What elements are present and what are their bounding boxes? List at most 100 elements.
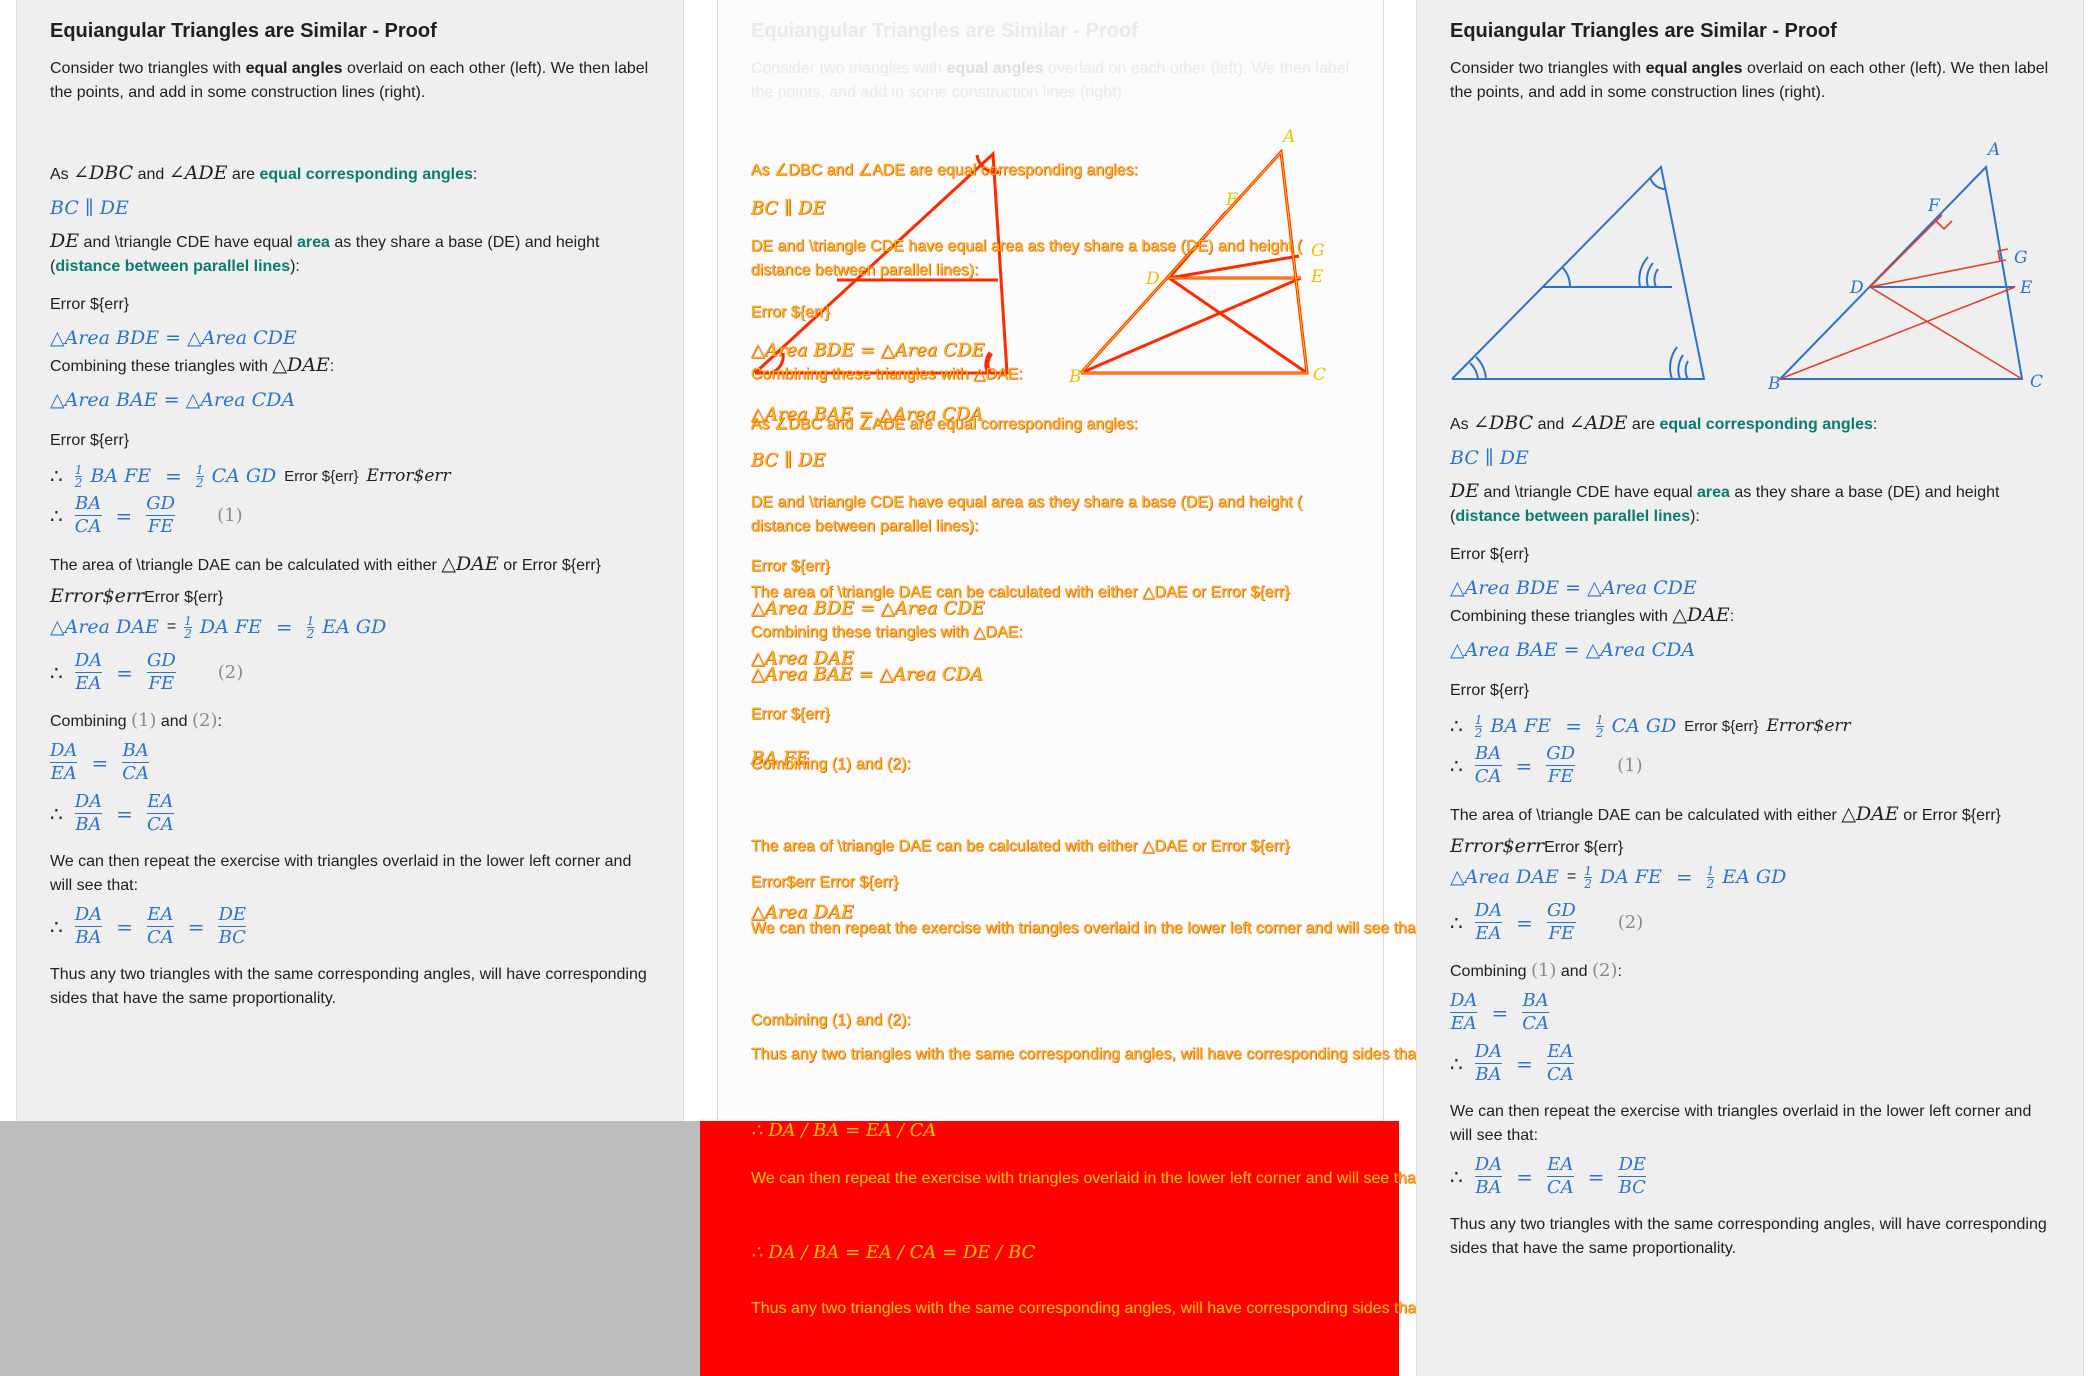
fraction: DE BC [218, 904, 247, 948]
ratio-equation-2: ∴ DA EA = GD FE (2) [50, 650, 650, 695]
label-e: E [2019, 278, 2033, 298]
parallel-statement: BC ∥ DE [50, 197, 129, 219]
therefore-symbol: ∴ [1450, 910, 1463, 935]
equals-sign: = [1516, 1051, 1533, 1076]
overlay-text: Error$err Error ${err} [751, 874, 899, 891]
combining-end: : [1617, 963, 1622, 980]
label-e: E [1310, 267, 1324, 287]
label-b: B [1767, 374, 1781, 394]
fraction: EA CA [1546, 1154, 1574, 1198]
overlay-math: ∴ DA / BA = EA / CA = DE / BC [751, 1242, 1036, 1263]
triangle-dae: △DAE [1841, 803, 1899, 825]
overlay-text: distance between parallel lines): [751, 518, 979, 535]
ca-gd: CA GD [1611, 715, 1677, 737]
link-equal-corresponding-angles[interactable]: equal corresponding angles [260, 166, 473, 183]
equals-sign: = [1565, 714, 1582, 738]
proof-title: Equiangular Triangles are Similar - Proo… [50, 20, 437, 42]
area-equation-1: △Area BDE = △Area CDE [1450, 577, 1697, 599]
half-fraction: 12 [306, 613, 315, 641]
overlay-math: BC ∥ DE [751, 450, 826, 471]
intro-bold: equal angles [1645, 60, 1743, 77]
overlay-text: We can then repeat the exercise with tri… [751, 1170, 1425, 1187]
overlay-math: △Area BDE = △Area CDE [751, 340, 985, 361]
combining-and: and [1556, 963, 1593, 980]
ratio-equation-3: DA EA = BA CA [1450, 990, 2050, 1035]
error-text-2: Error ${err} [1450, 682, 1530, 699]
ref-2: (2) [1592, 960, 1618, 981]
fraction: EA CA [1546, 1041, 1574, 1085]
label-d: D [1145, 269, 1160, 289]
label-d: D [1849, 278, 1864, 298]
da-fe: DA FE [1599, 866, 1662, 888]
link-equal-corresponding-angles[interactable]: equal corresponding angles [1660, 416, 1873, 433]
s3-pre: The area of \triangle DAE can be calcula… [1450, 807, 1842, 824]
fraction: GD FE [1546, 900, 1576, 944]
intro-text: Consider two triangles with equal angles… [1450, 57, 2050, 105]
ratio-equation-2: ∴ DA EA = GD FE (2) [1450, 900, 2050, 945]
fraction: DA BA [74, 791, 103, 835]
s2-pre: and \triangle CDE have equal [79, 234, 298, 251]
overlay-text: distance between parallel lines): [751, 262, 979, 279]
fraction: GD FE [146, 493, 176, 537]
s3-pre: The area of \triangle DAE can be calcula… [50, 557, 442, 574]
equation-label-2: (2) [1617, 912, 1644, 933]
intro-bold: equal angles [245, 60, 343, 77]
s3-post: or Error ${err} [1898, 807, 2002, 824]
label-a: A [1281, 127, 1295, 147]
ref-1: (1) [1530, 960, 1557, 981]
fraction: GD FE [1546, 743, 1576, 787]
s1-pre: As [1450, 416, 1474, 433]
error-math-line: Error$errError ${err} [50, 584, 650, 610]
half-fraction: 12 [1706, 863, 1715, 891]
step-equal-angles: As ∠DBC and ∠ADE are equal corresponding… [1450, 411, 2050, 437]
fraction: BA CA [1522, 990, 1549, 1034]
triangle-dae: △DAE [1672, 604, 1730, 626]
equals-sign: = [1515, 753, 1533, 778]
area-equation-2: △Area BAE = △Area CDA [50, 389, 296, 411]
overlay-text: As ∠DBC and ∠ADE are equal corresponding… [751, 416, 1139, 433]
da-fe: DA FE [199, 616, 262, 638]
link-distance-parallel-lines[interactable]: distance between parallel lines [55, 258, 290, 275]
ca-gd: CA GD [211, 465, 277, 487]
link-area[interactable]: area [1697, 484, 1730, 501]
half-fraction: 12 [1474, 712, 1483, 740]
half-fraction: 12 [1595, 712, 1604, 740]
link-area[interactable]: area [297, 234, 330, 251]
proof-title-faded: Equiangular Triangles are Similar - Proo… [751, 20, 1138, 42]
combine-pre: Combining these triangles with [50, 358, 273, 375]
fraction: EA CA [146, 791, 174, 835]
ratio-equation-1: ∴ BA CA = GD FE (1) [1450, 743, 2050, 788]
proof-card-right: Equiangular Triangles are Similar - Proo… [1416, 0, 2084, 1376]
half-product-line: ∴ 12 BA FE = 12 CA GD Error ${err} Error… [50, 459, 650, 493]
combining-text: Combining (1) and (2): [1450, 959, 2050, 984]
equals-sign: = [1491, 1000, 1509, 1025]
equals-sign: = [1516, 910, 1533, 935]
combining-text: Combining (1) and (2): [50, 709, 650, 734]
ba-fe: BA FE [1490, 715, 1552, 737]
fraction: EA CA [146, 904, 174, 948]
s1-post: are [1627, 416, 1660, 433]
overlay-text: Error ${err} [751, 706, 831, 723]
inline-error-math: Error$err [366, 466, 451, 486]
fraction: BA CA [122, 740, 149, 784]
ea-gd: EA GD [322, 616, 387, 638]
intro-pre: Consider two triangles with [1450, 60, 1646, 77]
overlay-text: DE and \triangle CDE have equal area as … [751, 238, 1303, 255]
s1-mid: and [1533, 416, 1569, 433]
ref-2: (2) [192, 710, 218, 731]
overlay-text: Combining these triangles with △DAE: [751, 366, 1023, 383]
equals-sign: = [1675, 865, 1693, 889]
link-distance-parallel-lines[interactable]: distance between parallel lines [1455, 508, 1690, 525]
step-equal-area: DE and \triangle CDE have equal area as … [50, 229, 650, 279]
error-text: Error ${err} [50, 296, 130, 313]
label-g: G [2014, 248, 2028, 268]
step-equal-angles: As ∠DBC and ∠ADE are equal corresponding… [50, 161, 650, 187]
s1-pre: As [50, 166, 74, 183]
fraction: DA EA [50, 740, 78, 784]
triangle-dae: △DAE [441, 553, 499, 575]
intro-text: Consider two triangles with equal angles… [50, 57, 650, 105]
ba-fe: BA FE [90, 465, 152, 487]
equals-sign: = [165, 464, 182, 488]
area-equation-3: △Area DAE = 12 DA FE = 12 EA GD [1450, 860, 2050, 894]
repeat-text: We can then repeat the exercise with tri… [1450, 1103, 2032, 1144]
